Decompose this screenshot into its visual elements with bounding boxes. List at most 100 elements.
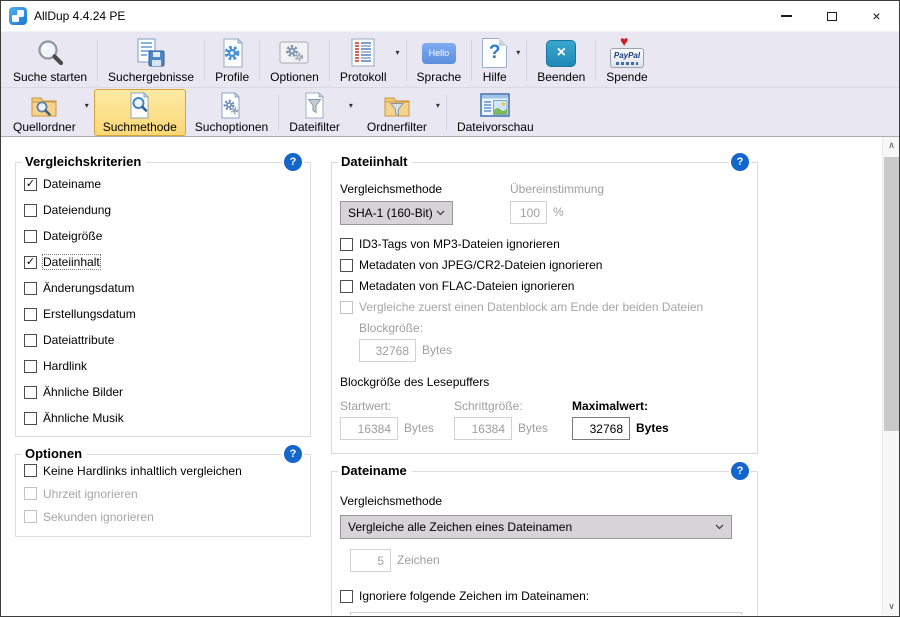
help-dropdown-icon[interactable]: ▾ <box>516 34 525 87</box>
app-icon <box>9 7 27 25</box>
scrollbar-thumb[interactable] <box>884 157 899 431</box>
start-value-input: 16384 <box>340 417 398 440</box>
maximize-button[interactable] <box>809 2 854 31</box>
vertical-scrollbar[interactable]: ∧ ∨ <box>882 137 899 615</box>
criteria-checkbox-row[interactable]: ✓Dateiinhalt <box>24 249 306 275</box>
hello-text: Hello <box>429 48 450 58</box>
close-button[interactable]: × <box>854 2 899 31</box>
minimize-button[interactable] <box>764 2 809 31</box>
criteria-checkbox-row[interactable]: Dateiendung <box>24 197 306 223</box>
jpeg-checkbox-row[interactable]: Metadaten von JPEG/CR2-Dateien ignoriere… <box>340 258 602 272</box>
checkbox-checked[interactable]: ✓ <box>24 178 37 191</box>
criteria-help-icon[interactable]: ? <box>284 153 302 171</box>
scroll-down-icon[interactable]: ∨ <box>883 598 899 615</box>
checkbox-unchecked[interactable] <box>24 334 37 347</box>
checkbox-label: Dateiendung <box>43 203 111 217</box>
criteria-checkbox-row[interactable]: Erstellungsdatum <box>24 301 306 327</box>
protocol-dropdown-icon[interactable]: ▾ <box>396 34 405 87</box>
char-count-unit: Zeichen <box>397 553 440 567</box>
options-checkbox-row[interactable]: Keine Hardlinks inhaltlich vergleichen <box>24 459 306 482</box>
checkbox-unchecked[interactable] <box>340 590 353 603</box>
source-folder-button[interactable]: Quellordner <box>4 89 85 136</box>
block-size-unit: Bytes <box>422 343 452 357</box>
checkbox-unchecked[interactable] <box>24 464 37 477</box>
checkbox-unchecked[interactable] <box>340 259 353 272</box>
help-button[interactable]: ? Hilfe <box>473 34 516 87</box>
search-method-button[interactable]: Suchmethode <box>94 89 186 136</box>
source-folder-dropdown-icon[interactable]: ▾ <box>85 89 94 136</box>
folder-filter-button[interactable]: Ordnerfilter <box>358 89 436 136</box>
scroll-up-icon[interactable]: ∧ <box>883 137 899 154</box>
search-options-button[interactable]: Suchoptionen <box>186 89 277 136</box>
file-name-help-icon[interactable]: ? <box>731 462 749 480</box>
chevron-down-icon <box>436 210 445 216</box>
max-value-label: Maximalwert: <box>572 399 648 413</box>
exit-icon: × <box>546 37 576 69</box>
start-value-unit: Bytes <box>404 421 434 435</box>
step-size-unit: Bytes <box>518 421 548 435</box>
exit-button[interactable]: × Beenden <box>528 34 594 87</box>
window-title: AllDup 4.4.24 PE <box>34 9 125 23</box>
flac-checkbox-row[interactable]: Metadaten von FLAC-Dateien ignorieren <box>340 279 574 293</box>
filename-method-select[interactable]: Vergleiche alle Zeichen eines Dateinamen <box>340 515 732 539</box>
criteria-checkbox-row[interactable]: ✓Dateiname <box>24 171 306 197</box>
checkbox-label: Dateigröße <box>43 229 102 243</box>
criteria-checkbox-row[interactable]: Ähnliche Bilder <box>24 379 306 405</box>
file-filter-button[interactable]: Dateifilter <box>280 89 349 136</box>
checkbox-unchecked[interactable] <box>24 386 37 399</box>
criteria-checkbox-row[interactable]: Änderungsdatum <box>24 275 306 301</box>
start-search-label: Suche starten <box>13 70 87 84</box>
checkbox-unchecked[interactable] <box>24 204 37 217</box>
donate-icon: ♥PayPal <box>609 37 645 69</box>
folder-filter-icon <box>383 92 411 119</box>
options-button[interactable]: Optionen <box>261 34 328 87</box>
file-filter-dropdown-icon[interactable]: ▾ <box>349 89 358 136</box>
checkbox-checked[interactable]: ✓ <box>24 256 37 269</box>
start-search-button[interactable]: Suche starten <box>4 34 96 87</box>
protocol-button[interactable]: Protokoll <box>331 34 396 87</box>
match-percent-input: 100 <box>510 201 547 224</box>
toolbar-separator <box>471 40 472 81</box>
maximize-icon <box>827 12 837 21</box>
checkbox-unchecked[interactable] <box>24 282 37 295</box>
criteria-checkbox-row[interactable]: Dateigröße <box>24 223 306 249</box>
checkbox-label: Ähnliche Bilder <box>43 385 123 399</box>
method-label: Vergleichsmethode <box>340 182 442 196</box>
checkbox-label: Ignoriere folgende Zeichen im Dateinamen… <box>359 589 589 603</box>
checkbox-unchecked[interactable] <box>24 360 37 373</box>
search-method-icon <box>127 92 153 119</box>
step-size-input: 16384 <box>454 417 512 440</box>
hash-method-value: SHA-1 (160-Bit) <box>348 206 433 220</box>
file-filter-label: Dateifilter <box>289 120 340 134</box>
criteria-checkbox-row[interactable]: Dateiattribute <box>24 327 306 353</box>
hash-method-select[interactable]: SHA-1 (160-Bit) <box>340 201 453 225</box>
checkbox-label: Sekunden ignorieren <box>43 510 154 524</box>
criteria-checkbox-row[interactable]: Hardlink <box>24 353 306 379</box>
criteria-checkbox-row[interactable]: Ähnliche Musik <box>24 405 306 431</box>
language-icon: Hello <box>422 37 456 69</box>
checkbox-unchecked[interactable] <box>24 412 37 425</box>
id3-checkbox-row[interactable]: ID3-Tags von MP3-Dateien ignorieren <box>340 237 560 251</box>
checkbox-disabled <box>340 301 353 314</box>
checkbox-unchecked[interactable] <box>340 238 353 251</box>
donate-button[interactable]: ♥PayPal Spende <box>597 34 656 87</box>
profile-button[interactable]: Profile <box>206 34 258 87</box>
ignore-chars-input[interactable] <box>350 612 742 615</box>
checkbox-unchecked[interactable] <box>340 280 353 293</box>
toolbar-separator <box>204 40 205 81</box>
ignore-chars-checkbox-row[interactable]: Ignoriere folgende Zeichen im Dateinamen… <box>340 589 589 603</box>
checkbox-unchecked[interactable] <box>24 230 37 243</box>
file-content-help-icon[interactable]: ? <box>731 153 749 171</box>
file-preview-button[interactable]: Dateivorschau <box>448 89 543 136</box>
protocol-icon <box>348 37 378 69</box>
folder-filter-label: Ordnerfilter <box>367 120 427 134</box>
search-results-button[interactable]: Suchergebnisse <box>99 34 203 87</box>
max-value-input[interactable]: 32768 <box>572 417 630 440</box>
folder-filter-dropdown-icon[interactable]: ▾ <box>436 89 445 136</box>
checkbox-label: Ähnliche Musik <box>43 411 124 425</box>
checkbox-label: Keine Hardlinks inhaltlich vergleichen <box>43 464 242 478</box>
toolbar-separator <box>97 40 98 81</box>
language-button[interactable]: Hello Sprache <box>408 34 471 87</box>
checkbox-unchecked[interactable] <box>24 308 37 321</box>
file-name-group: Dateiname ? Vergleichsmethode Vergleiche… <box>331 471 758 615</box>
